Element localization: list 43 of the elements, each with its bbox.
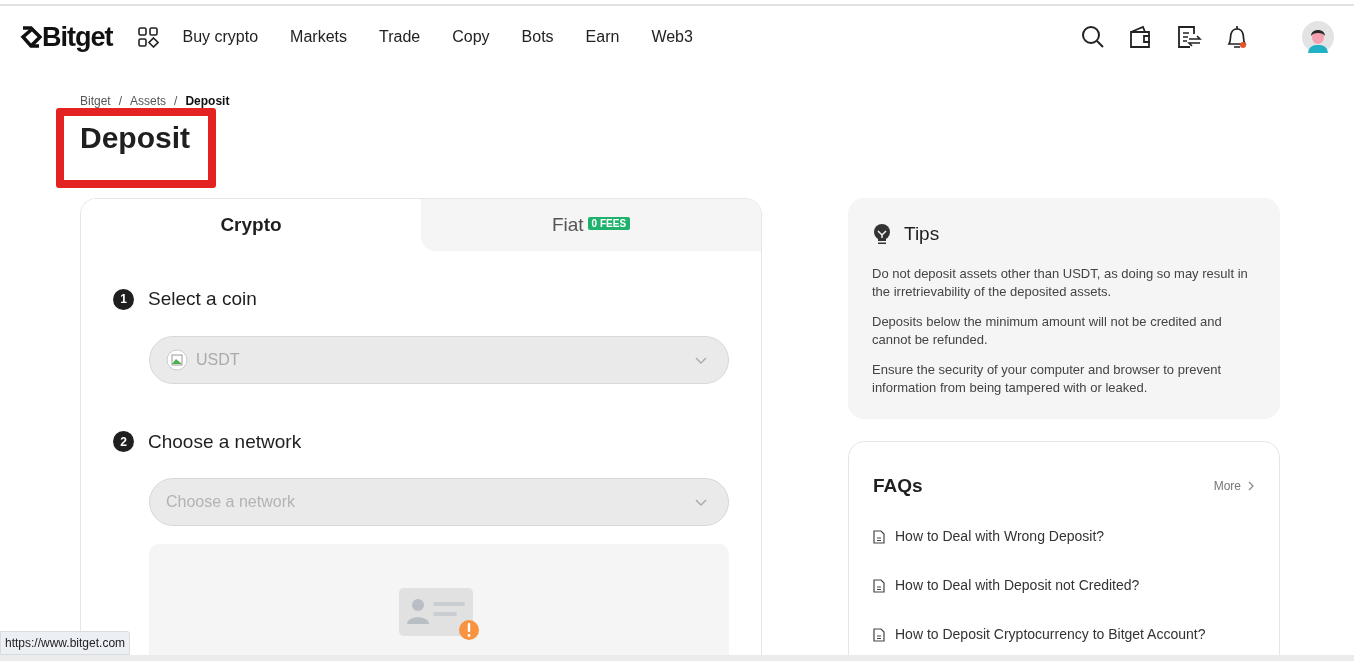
- breadcrumb-link[interactable]: Assets: [130, 92, 167, 110]
- breadcrumb-separator: /: [118, 93, 123, 110]
- step-label: Choose a network: [148, 429, 302, 454]
- document-icon: [873, 529, 885, 544]
- breadcrumb-link[interactable]: Bitget: [80, 92, 111, 110]
- nav-link[interactable]: Earn: [585, 25, 620, 49]
- breadcrumb-separator: /: [174, 93, 178, 110]
- faq-link[interactable]: How to Deal with Wrong Deposit?: [873, 526, 1255, 547]
- apps-icon[interactable]: [136, 26, 159, 48]
- nav-link[interactable]: Trade: [379, 25, 421, 49]
- nav-link[interactable]: Buy crypto: [182, 25, 259, 49]
- tip-text: Deposits below the minimum amount will not be credited and cannot be refunded.: [872, 312, 1223, 349]
- faq-link[interactable]: How to Deal with Deposit not Credited?: [873, 575, 1255, 596]
- chevron-right-icon: [1247, 480, 1255, 491]
- orders-icon[interactable]: [1176, 24, 1202, 50]
- scrollbar[interactable]: [0, 655, 1354, 661]
- nav-link[interactable]: Copy: [452, 25, 490, 49]
- id-card-icon: [397, 586, 481, 642]
- coin-icon: [166, 348, 188, 371]
- nav-link[interactable]: Markets: [290, 25, 347, 49]
- step-label: Select a coin: [148, 287, 257, 311]
- nav-link[interactable]: Web3: [651, 25, 693, 49]
- avatar[interactable]: [1302, 21, 1334, 53]
- faq-title: FAQs: [873, 473, 923, 498]
- lightbulb-icon: [872, 223, 892, 246]
- tab[interactable]: Fiat $^{0 FEES}$: [421, 199, 761, 251]
- logo[interactable]: Bitget: [20, 16, 113, 58]
- step-number: 1: [113, 288, 134, 310]
- nav-link[interactable]: Bots: [521, 25, 554, 49]
- search-icon[interactable]: [1080, 24, 1106, 50]
- breadcrumb-current: Deposit: [185, 93, 230, 110]
- fees-badge: 0 FEES: [587, 216, 631, 230]
- tips-title: Tips: [904, 222, 940, 246]
- page-title: Deposit: [80, 120, 190, 156]
- faq-link[interactable]: How to Deposit Cryptocurrency to Bitget Account?: [873, 624, 1255, 645]
- step-number: 2: [113, 431, 134, 453]
- logo-icon: [20, 24, 42, 50]
- more-link[interactable]: More: [1213, 476, 1255, 495]
- tip-text: Do not deposit assets other than USDT, as doing so may result in the irretrievability of the deposited assets.: [872, 264, 1249, 301]
- document-icon: [873, 627, 885, 642]
- tip-text: Ensure the security of your computer and browser to prevent information from being tampered with or leaked.: [872, 360, 1222, 397]
- status-url: https://www.bitget.com: [0, 631, 131, 655]
- document-icon: [873, 578, 885, 593]
